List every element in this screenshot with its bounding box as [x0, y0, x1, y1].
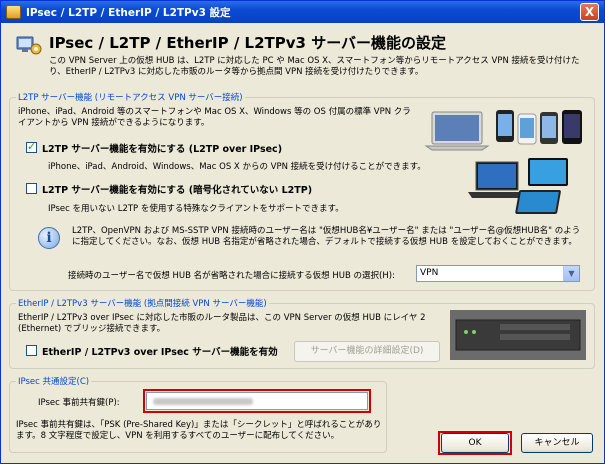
chevron-down-icon[interactable]: ▼	[563, 266, 579, 281]
psk-label: IPsec 事前共有鍵(P):	[38, 398, 120, 408]
psk-group-legend: IPsec 共通設定(C)	[16, 375, 92, 387]
psk-highlight-box	[143, 389, 371, 413]
l2tp-intro-text: iPhone、iPad、Android 等のスマートフォンや Mac OS X、…	[18, 107, 411, 128]
l2tp-ipsec-label[interactable]: L2TP サーバー機能を有効にする (L2TP over IPsec)	[42, 141, 282, 155]
ok-button[interactable]: OK	[441, 433, 509, 453]
info-icon: i	[38, 227, 60, 249]
l2tp-raw-desc: IPsec を用いない L2TP を使用する特殊なクライアントをサポートできます…	[48, 204, 344, 214]
default-hub-label: 接続時のユーザー名で仮想 HUB 名が省略された場合に接続する仮想 HUB の選…	[68, 271, 395, 281]
l2tp-ipsec-checkbox[interactable]	[26, 140, 37, 153]
devices-illustration	[424, 110, 582, 214]
l2tp-raw-checkbox[interactable]	[26, 183, 37, 194]
close-button[interactable]: X	[580, 3, 599, 21]
app-icon	[6, 5, 21, 19]
settings-dialog: IPsec / L2TP / EtherIP / L2TPv3 設定 X IPs…	[0, 0, 605, 464]
window-title: IPsec / L2TP / EtherIP / L2TPv3 設定	[26, 7, 231, 19]
ipsec-common-group: IPsec 共通設定(C) IPsec 事前共有鍵(P): IPsec 事前共有…	[9, 375, 387, 453]
cancel-button[interactable]: キャンセル	[521, 433, 593, 453]
l2tp-ipsec-desc: iPhone、iPad、Android、Windows、Mac OS X からの…	[48, 162, 426, 172]
page-title: IPsec / L2TP / EtherIP / L2TPv3 サーバー機能の設…	[49, 34, 447, 52]
username-info-text: L2TP、OpenVPN および MS-SSTP VPN 接続時のユーザー名は …	[72, 226, 581, 247]
network-gear-icon	[16, 36, 42, 55]
title-bar[interactable]: IPsec / L2TP / EtherIP / L2TPv3 設定 X	[1, 1, 604, 23]
etherip-group-legend: EtherIP / L2TPv3 サーバー機能 (拠点間接続 VPN サーバー機…	[16, 297, 269, 309]
page-description: この VPN Server 上の仮想 HUB は、L2TP に対応した PC や…	[49, 56, 580, 77]
etherip-enable-checkbox[interactable]	[26, 345, 37, 356]
l2tp-group-legend: L2TP サーバー機能 (リモートアクセス VPN サーバー接続)	[16, 91, 245, 103]
etherip-enable-label[interactable]: EtherIP / L2TPv3 over IPsec サーバー機能を有効	[42, 344, 278, 358]
etherip-intro-text: EtherIP / L2TPv3 over IPsec に対応した市販のルータ製…	[18, 313, 426, 334]
router-illustration	[450, 310, 586, 360]
l2tp-server-group: L2TP サーバー機能 (リモートアクセス VPN サーバー接続) iPhone…	[9, 91, 595, 291]
l2tp-raw-label[interactable]: L2TP サーバー機能を有効にする (暗号化されていない L2TP)	[42, 182, 312, 196]
default-hub-value: VPN	[420, 268, 439, 278]
psk-note-text: IPsec 事前共有鍵は、「PSK (Pre-Shared Key)」または「シ…	[16, 420, 382, 441]
detail-settings-button[interactable]: サーバー機能の詳細設定(D)	[294, 341, 440, 362]
default-hub-select[interactable]: VPN ▼	[416, 265, 580, 282]
etherip-server-group: EtherIP / L2TPv3 サーバー機能 (拠点間接続 VPN サーバー機…	[9, 297, 595, 369]
